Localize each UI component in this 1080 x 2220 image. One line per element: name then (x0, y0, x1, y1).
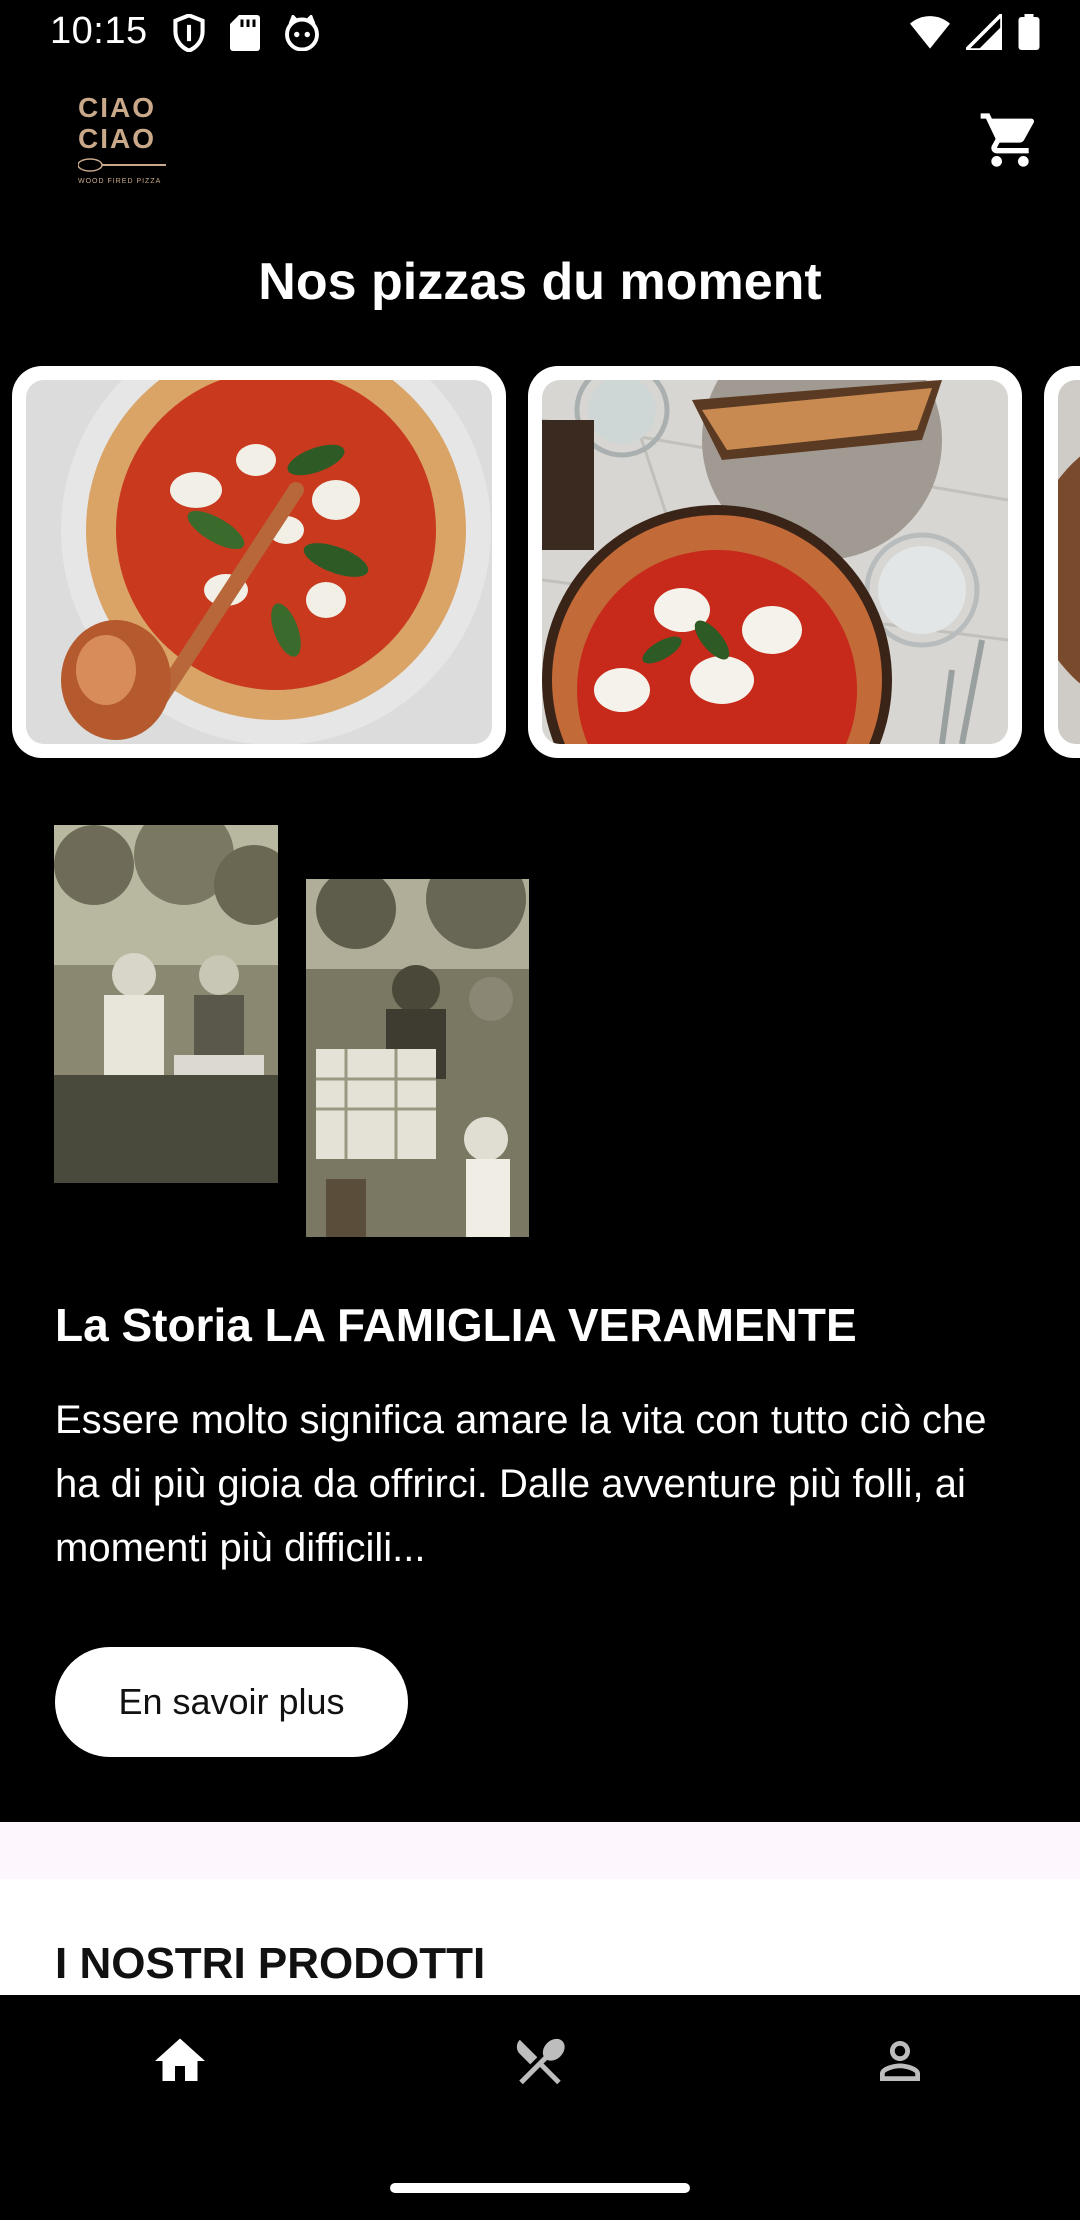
account-icon (880, 2041, 920, 2081)
cart-icon[interactable] (978, 108, 1042, 172)
utensils-icon (516, 2038, 565, 2085)
section-divider (0, 1822, 1080, 1879)
story-text: Essere molto significa amare la vita con… (55, 1398, 987, 1570)
products-section: I NOSTRI PRODOTTI (0, 1879, 1080, 1995)
pizza-image-partial (1058, 380, 1080, 744)
status-bar: 10:15 (0, 0, 1080, 66)
signal-icon (966, 14, 1002, 50)
gesture-bar[interactable] (390, 2183, 690, 2193)
pizza-card[interactable] (1044, 366, 1080, 758)
cat-face-icon (285, 15, 319, 51)
pizza-peel-icon (78, 158, 166, 172)
battery-icon (1018, 14, 1040, 50)
logo-subtitle: WOOD FIRED PIZZA (78, 178, 162, 185)
pizza-card[interactable] (12, 366, 506, 758)
nav-home[interactable] (120, 2031, 240, 2101)
pizza-card[interactable] (528, 366, 1022, 758)
logo-line-1: CIAO (78, 92, 156, 123)
story-title: La Storia LA FAMIGLIA VERAMENTE (55, 1299, 857, 1351)
vintage-family-photo (54, 825, 278, 1183)
status-icons-right (910, 14, 1040, 50)
nav-menu[interactable] (480, 2031, 600, 2101)
ciao-ciao-logo[interactable]: CIAO CIAO WOOD FIRED PIZZA (78, 92, 178, 192)
pizza-table-image (542, 380, 1008, 744)
section-title: Nos pizzas du moment (258, 253, 822, 311)
home-icon (155, 2038, 205, 2081)
pizza-margherita-image (26, 380, 492, 744)
wifi-icon (910, 16, 950, 49)
vintage-family-photo (306, 879, 529, 1237)
sd-card-icon (230, 15, 260, 51)
status-time: 10:15 (50, 10, 148, 52)
shield-icon (173, 14, 205, 52)
pizza-carousel[interactable] (0, 366, 1080, 758)
logo-line-2: CIAO (78, 123, 156, 154)
learn-more-button[interactable]: En savoir plus (55, 1647, 408, 1757)
nav-account[interactable] (840, 2031, 960, 2101)
status-icons-left (172, 14, 320, 52)
bottom-navigation (0, 1995, 1080, 2220)
products-title: I NOSTRI PRODOTTI (55, 1939, 486, 1988)
